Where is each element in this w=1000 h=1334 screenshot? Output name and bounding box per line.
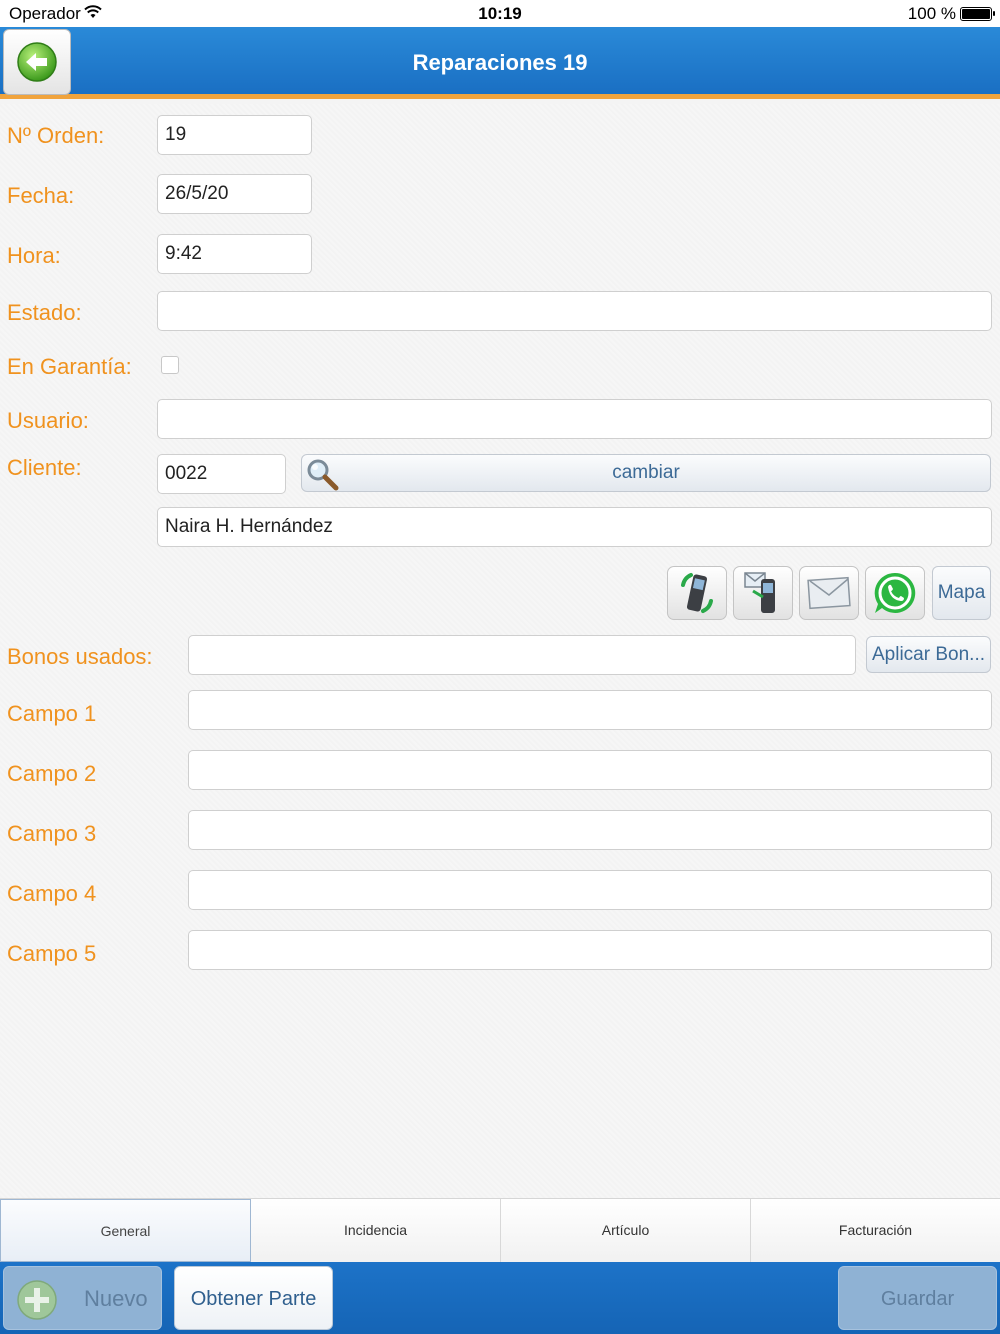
- campo1-label: Campo 1: [7, 701, 97, 726]
- page-title: Reparaciones 19: [412, 50, 588, 75]
- envelope-icon: [807, 576, 851, 610]
- campo2-label: Campo 2: [7, 761, 97, 786]
- campo4-field[interactable]: [188, 870, 992, 910]
- magnifier-icon: [307, 459, 339, 491]
- nav-bar: Reparaciones 19: [0, 27, 1000, 99]
- cliente-label: Cliente:: [7, 455, 82, 480]
- usuario-label: Usuario:: [7, 408, 89, 433]
- phone-call-icon: [681, 573, 713, 613]
- segment-tabs: General Incidencia Artículo Facturación: [0, 1198, 1000, 1262]
- tab-general[interactable]: General: [0, 1199, 251, 1262]
- tab-incidencia[interactable]: Incidencia: [251, 1199, 501, 1262]
- mapa-button[interactable]: Mapa: [932, 566, 991, 620]
- call-button[interactable]: [667, 566, 727, 620]
- aplicar-bono-button[interactable]: Aplicar Bon...: [866, 636, 991, 673]
- obtener-parte-button[interactable]: Obtener Parte: [174, 1266, 333, 1330]
- cliente-name-field[interactable]: Naira H. Hernández: [157, 507, 992, 547]
- campo3-field[interactable]: [188, 810, 992, 850]
- whatsapp-icon: [874, 572, 916, 613]
- hora-field[interactable]: 9:42: [157, 234, 312, 274]
- estado-field[interactable]: [157, 291, 992, 331]
- fecha-field[interactable]: 26/5/20: [157, 174, 312, 214]
- email-button[interactable]: [799, 566, 859, 620]
- fecha-label: Fecha:: [7, 183, 75, 208]
- hora-label: Hora:: [7, 243, 61, 268]
- sms-phone-icon: [744, 572, 775, 613]
- campo5-label: Campo 5: [7, 941, 97, 966]
- tab-facturacion[interactable]: Facturación: [751, 1199, 1000, 1262]
- tab-articulo[interactable]: Artículo: [501, 1199, 751, 1262]
- bonos-label: Bonos usados:: [7, 644, 153, 669]
- status-bar: Operador 10:19 100 %: [0, 0, 1000, 27]
- usuario-field[interactable]: [157, 399, 992, 439]
- campo3-label: Campo 3: [7, 821, 97, 846]
- plus-icon: [17, 1280, 57, 1320]
- sms-button[interactable]: [733, 566, 793, 620]
- battery-icon: [960, 7, 995, 21]
- campo1-field[interactable]: [188, 690, 992, 730]
- orden-label: Nº Orden:: [7, 123, 105, 148]
- campo5-field[interactable]: [188, 930, 992, 970]
- bonos-field[interactable]: [188, 635, 856, 675]
- guardar-button[interactable]: Guardar: [838, 1266, 997, 1330]
- nuevo-button[interactable]: Nuevo: [3, 1266, 162, 1330]
- estado-label: Estado:: [7, 300, 82, 325]
- cliente-code-field[interactable]: 0022: [157, 454, 286, 494]
- garantia-label: En Garantía:: [7, 354, 132, 379]
- nuevo-label: Nuevo: [84, 1286, 148, 1311]
- cambiar-button[interactable]: cambiar: [301, 454, 991, 492]
- status-time: 10:19: [478, 4, 522, 23]
- battery-percent: 100 %: [907, 4, 956, 23]
- whatsapp-button[interactable]: [865, 566, 925, 620]
- bottom-toolbar: Nuevo Obtener Parte Guardar: [0, 1262, 1000, 1334]
- orden-field[interactable]: 19: [157, 115, 312, 155]
- form-area: Nº Orden: 19 Fecha: 26/5/20 Hora: 9:42 E…: [0, 104, 1000, 1198]
- campo2-field[interactable]: [188, 750, 992, 790]
- campo4-label: Campo 4: [7, 881, 97, 906]
- garantia-checkbox[interactable]: [161, 356, 179, 374]
- cambiar-label: cambiar: [612, 462, 680, 483]
